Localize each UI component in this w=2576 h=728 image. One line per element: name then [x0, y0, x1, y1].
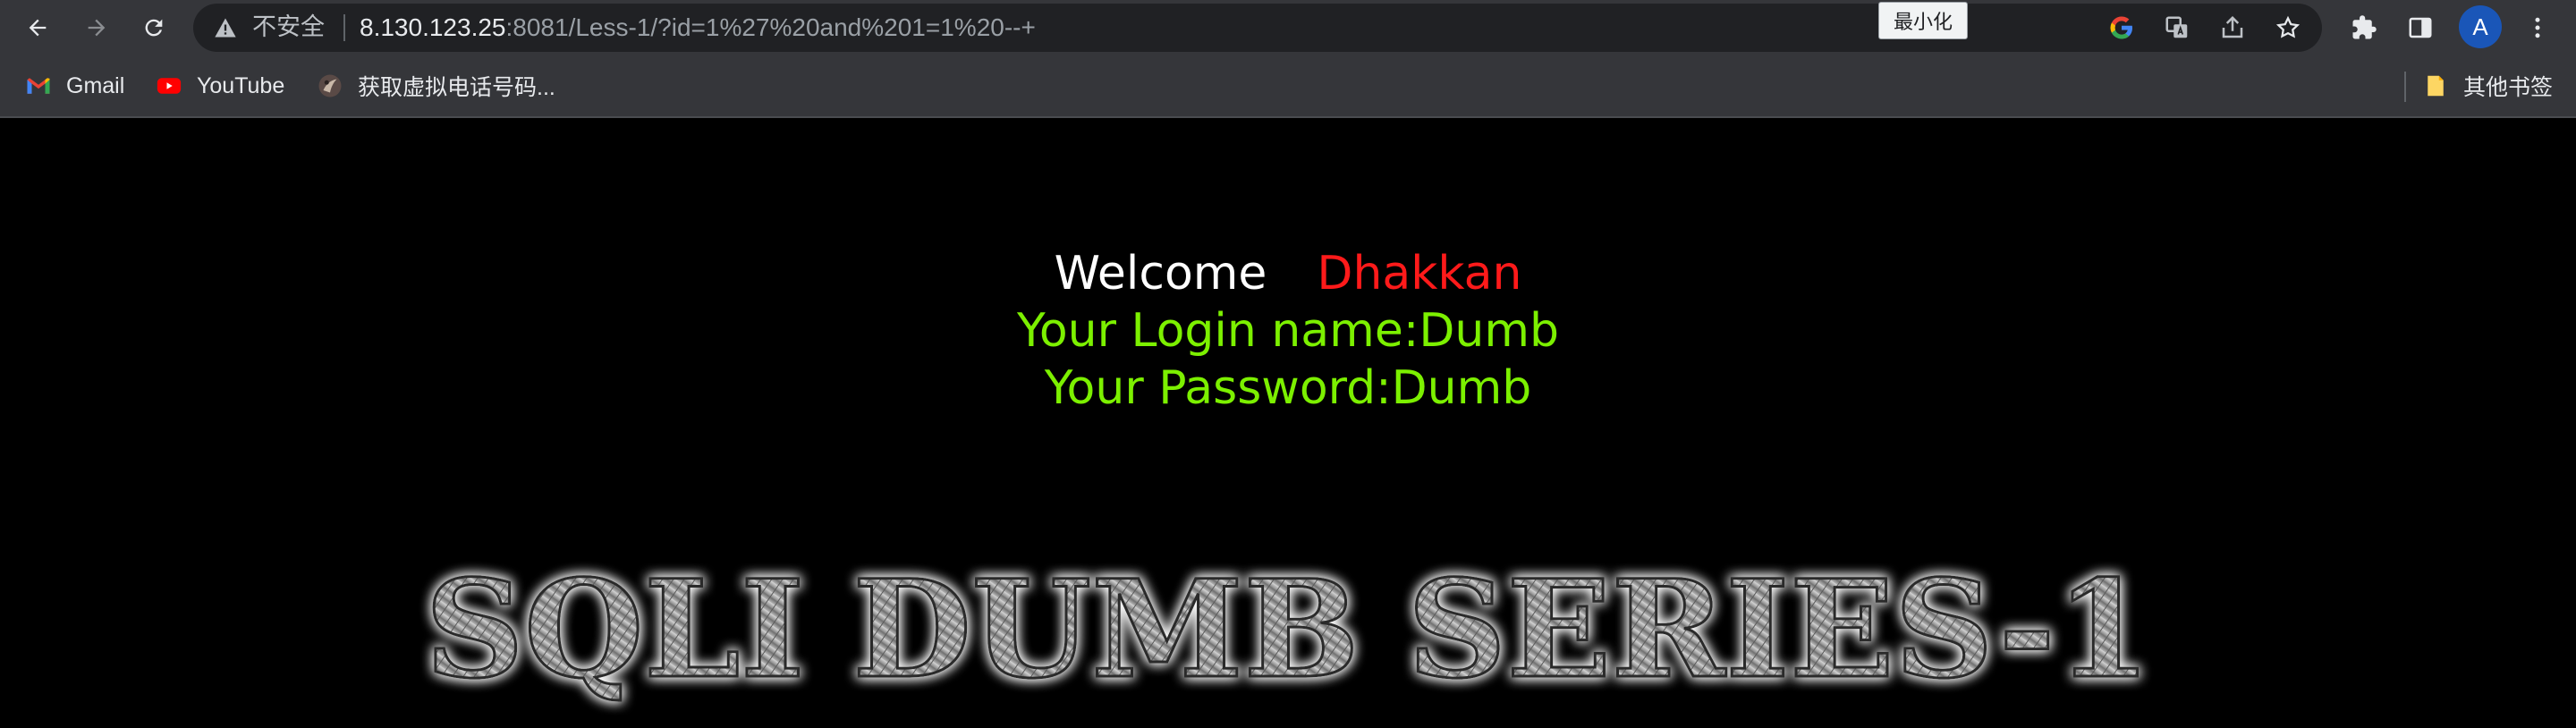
site-favicon-icon	[318, 74, 342, 97]
extensions-button[interactable]	[2346, 10, 2382, 46]
bookmarks-divider	[2404, 72, 2406, 102]
star-icon	[2275, 15, 2301, 38]
bookmark-virtual-phone[interactable]: 获取虚拟电话号码...	[317, 68, 555, 104]
profile-avatar[interactable]: A	[2459, 5, 2502, 48]
welcome-line: Welcome Dhakkan	[0, 245, 2576, 302]
more-menu-icon	[2535, 17, 2540, 38]
welcome-name: Dhakkan	[1317, 247, 1522, 301]
google-lens-button[interactable]	[2106, 12, 2138, 44]
reload-icon	[145, 19, 163, 37]
share-icon	[2222, 15, 2243, 38]
banner-text: SQLI DUMB SERIES-1	[425, 551, 2151, 708]
bookmark-gmail[interactable]: Gmail	[25, 68, 124, 104]
warning-icon[interactable]	[213, 15, 238, 40]
browser-toolbar: 不安全 8.130.123.25:8081/Less-1/?id=1%27%20…	[0, 0, 2576, 55]
reload-button[interactable]	[134, 8, 174, 47]
sqli-dumb-series-banner: SQLI DUMB SERIES-1	[424, 550, 2153, 710]
gmail-icon	[27, 78, 50, 94]
security-status-label[interactable]: 不安全	[252, 13, 325, 43]
page-content: Welcome Dhakkan Your Login name:Dumb Your…	[0, 118, 2576, 727]
forward-arrow-icon	[88, 19, 106, 37]
back-button[interactable]	[18, 8, 57, 47]
side-panel-icon	[2409, 17, 2432, 38]
bookmarks-bar: Gmail YouTube 获取虚拟电话号码... 其他书签	[0, 55, 2576, 118]
bookmark-label: Gmail	[66, 72, 125, 98]
minimize-tooltip: 最小化	[1878, 2, 1968, 39]
bookmark-other-folder[interactable]: 其他书签	[2422, 68, 2553, 104]
translate-button[interactable]	[2161, 12, 2193, 44]
bookmark-label: 获取虚拟电话号码...	[358, 75, 555, 100]
login-name-line: Your Login name:Dumb	[1017, 304, 1559, 358]
bookmark-star-button[interactable]	[2272, 12, 2304, 44]
youtube-icon	[157, 78, 182, 94]
password-line: Your Password:Dumb	[1044, 361, 1532, 415]
bookmark-label: 其他书签	[2463, 75, 2554, 100]
side-panel-button[interactable]	[2402, 10, 2438, 46]
address-bar[interactable]: 不安全 8.130.123.25:8081/Less-1/?id=1%27%20…	[193, 4, 2322, 52]
folder-icon	[2428, 75, 2444, 97]
translate-icon	[2165, 16, 2188, 38]
back-arrow-icon	[29, 19, 47, 37]
url-text[interactable]: 8.130.123.25:8081/Less-1/?id=1%27%20and%…	[360, 13, 1036, 43]
forward-button[interactable]	[77, 8, 116, 47]
bookmark-youtube[interactable]: YouTube	[156, 68, 284, 104]
url-path: :8081/Less-1/?id=1%27%20and%201=1%20--+	[505, 13, 1036, 41]
bookmark-label: YouTube	[197, 72, 285, 98]
welcome-text: Welcome	[1054, 247, 1267, 301]
omnibox-divider	[343, 14, 345, 41]
more-menu-button[interactable]	[2520, 10, 2555, 46]
google-icon	[2110, 16, 2132, 39]
share-button[interactable]	[2216, 12, 2249, 44]
extensions-icon	[2352, 15, 2377, 39]
url-host: 8.130.123.25	[360, 13, 506, 41]
